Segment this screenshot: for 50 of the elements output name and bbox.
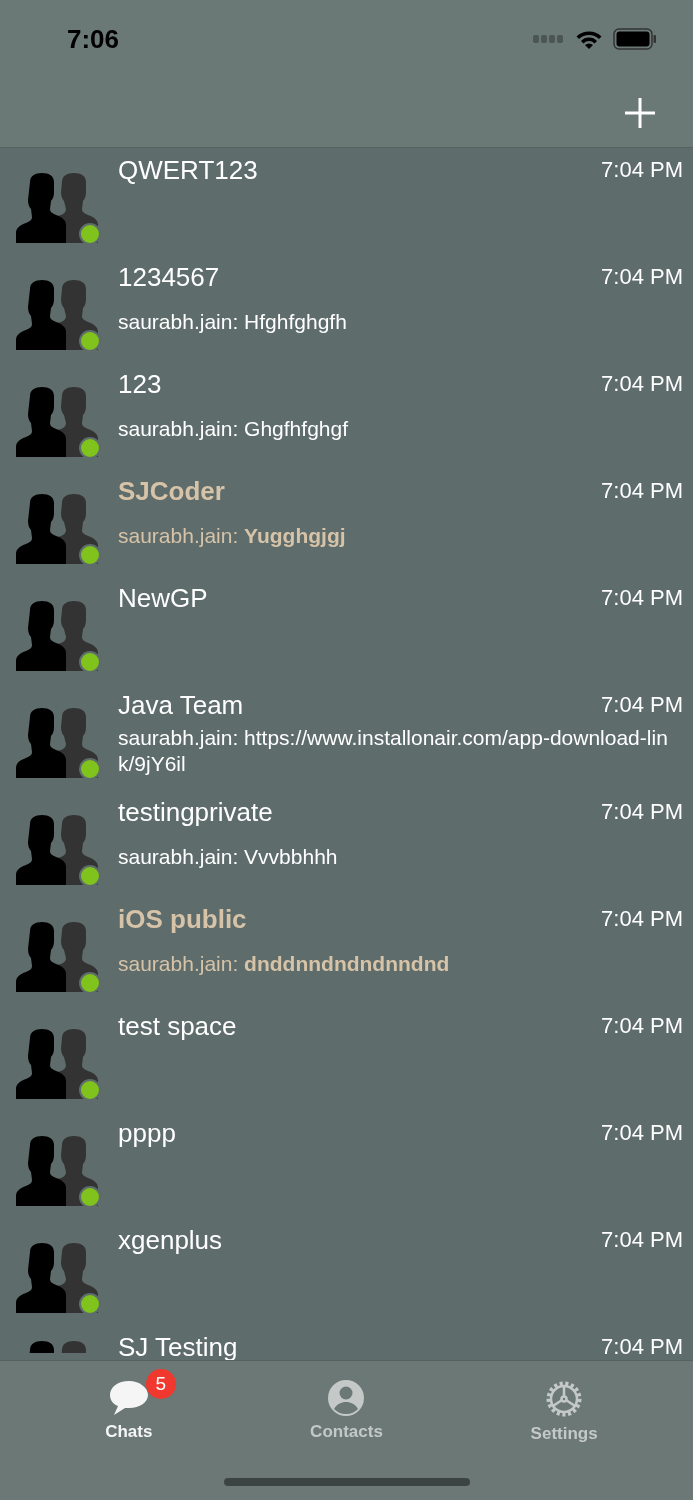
chat-row[interactable]: pppp 7:04 PM [0, 1111, 693, 1218]
chat-name: NewGP [118, 582, 208, 614]
chat-time: 7:04 PM [601, 905, 683, 933]
speech-bubble-icon [107, 1379, 150, 1417]
chat-name: xgenplus [118, 1224, 223, 1256]
chat-time: 7:04 PM [601, 370, 683, 398]
chat-name: QWERT123 [118, 154, 258, 186]
chat-time: 7:04 PM [601, 1226, 683, 1254]
person-circle-icon [327, 1379, 366, 1417]
chat-time: 7:04 PM [601, 477, 683, 505]
battery-icon [613, 28, 657, 50]
chat-name: Java Team [118, 689, 244, 721]
chat-name: test space [118, 1010, 237, 1042]
chat-time: 7:04 PM [601, 263, 683, 291]
chat-row[interactable]: iOS public 7:04 PM saurabh.jain: dnddnndndndnndnd [0, 897, 693, 1004]
chat-time: 7:04 PM [601, 798, 683, 826]
status-time: 7:06 [67, 22, 120, 56]
chat-time: 7:04 PM [601, 156, 683, 184]
chat-row[interactable]: test space 7:04 PM [0, 1004, 693, 1111]
chat-row[interactable]: Java Team 7:04 PM saurabh.jain: https://www.installonair.com/app-download-link/9jY6il [0, 683, 693, 790]
message-preview: saurabh.jain: Vvvbbhhh [118, 844, 339, 870]
message-preview: saurabh.jain: dnddnndndndnndnd [118, 951, 451, 977]
chat-name: iOS public [118, 903, 247, 935]
chat-row[interactable]: 1234567 7:04 PM saurabh.jain: Hfghfghgfh [0, 255, 693, 362]
chat-time: 7:04 PM [601, 1012, 683, 1040]
chat-name: testingprivate [118, 796, 273, 828]
unread-badge: 5 [145, 1369, 176, 1399]
chat-row[interactable]: testingprivate 7:04 PM saurabh.jain: Vvvbbhhh [0, 790, 693, 897]
plus-icon [625, 97, 655, 128]
message-preview: saurabh.jain: Hfghfghgfh [118, 309, 348, 335]
chat-name: SJCoder [118, 475, 225, 507]
wifi-icon [575, 29, 603, 49]
chat-row[interactable]: xgenplus 7:04 PM [0, 1218, 693, 1325]
chat-time: 7:04 PM [601, 691, 683, 719]
signal-icon [533, 35, 565, 43]
message-preview: saurabh.jain: Yugghgjgj [118, 523, 347, 549]
chat-time: 7:04 PM [601, 1119, 683, 1147]
chat-name: 123 [118, 368, 162, 400]
chat-row[interactable]: QWERT123 7:04 PM [0, 148, 693, 255]
chat-row[interactable]: 123 7:04 PM saurabh.jain: Ghgfhfghgf [0, 362, 693, 469]
message-preview: saurabh.jain: https://www.installonair.com/app-download-link/9jY6il [118, 725, 669, 777]
chat-time: 7:04 PM [601, 584, 683, 612]
add-button[interactable] [623, 95, 657, 130]
chat-time: 7:04 PM [601, 1333, 683, 1360]
chat-row[interactable]: SJCoder 7:04 PM saurabh.jain: Yugghgjgj [0, 469, 693, 576]
tab-item[interactable]: Chats 5 [48, 1369, 209, 1447]
chat-name: pppp [118, 1117, 176, 1149]
chat-row[interactable]: NewGP 7:04 PM [0, 576, 693, 683]
chat-name: 1234567 [118, 261, 220, 293]
message-preview: saurabh.jain: Ghgfhfghgf [118, 416, 349, 442]
